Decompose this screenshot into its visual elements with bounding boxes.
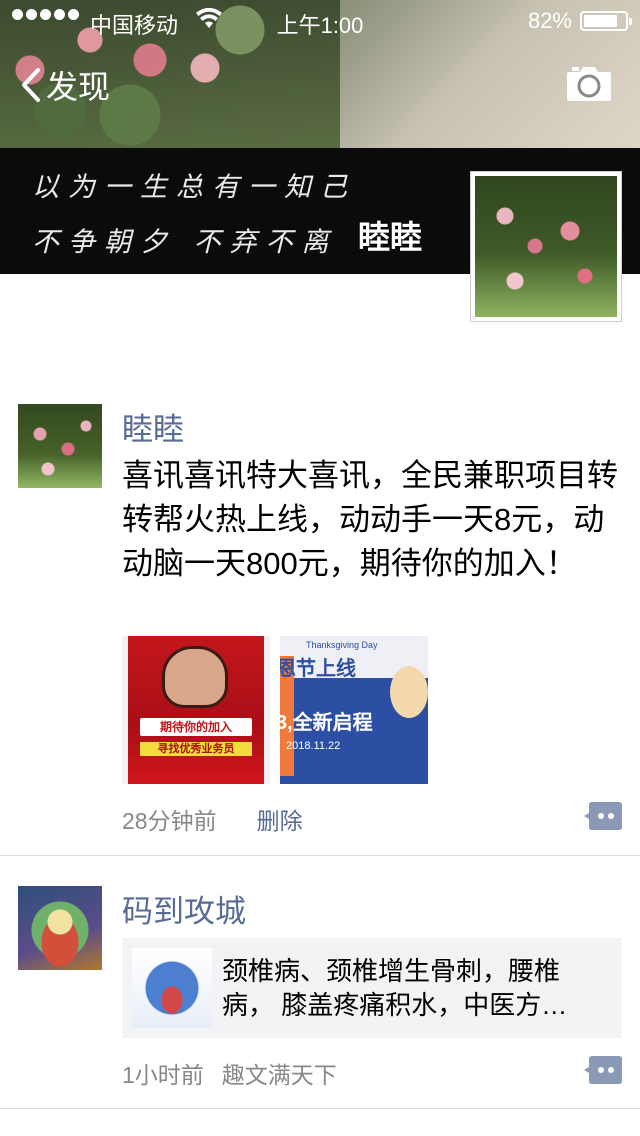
- cover-poem-line2: 不争朝夕 不弃不离: [32, 227, 338, 258]
- battery-level-fill: [584, 15, 617, 27]
- my-avatar-image: [475, 176, 617, 317]
- post-divider: [0, 855, 640, 856]
- back-button[interactable]: 发现: [20, 62, 110, 108]
- back-label: 发现: [46, 69, 111, 105]
- image-caption-1: Thanksgiving Day: [306, 640, 378, 650]
- post-image-grid: 期待你的加入 寻找优秀业务员 Thanksgiving Day 恩节上线 3,全…: [122, 636, 428, 784]
- delete-link[interactable]: 删除: [257, 802, 303, 836]
- article-source-link[interactable]: 趣文满天下: [222, 1056, 337, 1090]
- post-time: 1小时前: [122, 1062, 204, 1088]
- post-author-name[interactable]: 码到攻城: [122, 886, 246, 931]
- pointing-hand-graphic: [162, 646, 228, 708]
- post-meta: 28分钟前 删除: [122, 802, 303, 836]
- post-divider: [0, 1108, 640, 1109]
- article-thumbnail: [132, 948, 212, 1028]
- chevron-left-icon: [22, 68, 40, 102]
- image-caption-3: 3,全新启程: [280, 712, 373, 734]
- cover-poem-line1: 以为一生总有一知己: [32, 172, 356, 203]
- battery-icon: [580, 11, 632, 31]
- post-avatar[interactable]: [18, 886, 102, 970]
- shared-article-card[interactable]: 颈椎病、颈椎增生骨刺，腰椎病， 膝盖疼痛积水，中医方…: [122, 938, 622, 1038]
- my-avatar[interactable]: [470, 171, 622, 322]
- comment-icon: [584, 1056, 622, 1084]
- comment-button[interactable]: [584, 1056, 622, 1084]
- camera-icon: [567, 67, 611, 101]
- camera-button[interactable]: [566, 66, 612, 102]
- status-bar: 中国移动 上午1:00 82%: [0, 0, 640, 40]
- comment-button[interactable]: [584, 802, 622, 830]
- comment-icon: [584, 802, 622, 830]
- image-caption-1: 期待你的加入: [159, 720, 232, 734]
- article-title: 颈椎病、颈椎增生骨刺，腰椎病， 膝盖疼痛积水，中医方…: [222, 956, 568, 1020]
- post-author-name[interactable]: 睦睦: [122, 404, 184, 449]
- post-image[interactable]: 期待你的加入 寻找优秀业务员: [122, 636, 270, 784]
- image-caption-2: 恩节上线: [280, 658, 356, 680]
- post-avatar[interactable]: [18, 404, 102, 488]
- post-time: 28分钟前: [122, 808, 217, 834]
- image-caption-2: 寻找优秀业务员: [157, 743, 235, 755]
- image-caption-4: 2018.11.22: [286, 740, 341, 752]
- post-image[interactable]: Thanksgiving Day 恩节上线 3,全新启程 2018.11.22: [280, 636, 428, 784]
- battery-percent: 82%: [527, 8, 572, 33]
- cover-user-name[interactable]: 睦睦: [358, 212, 422, 258]
- post-text: 喜讯喜讯特大喜讯，全民兼职项目转转帮火热上线，动动手一天8元，动动脑一天800元…: [122, 458, 618, 581]
- post-meta: 1小时前 趣文满天下: [122, 1056, 337, 1090]
